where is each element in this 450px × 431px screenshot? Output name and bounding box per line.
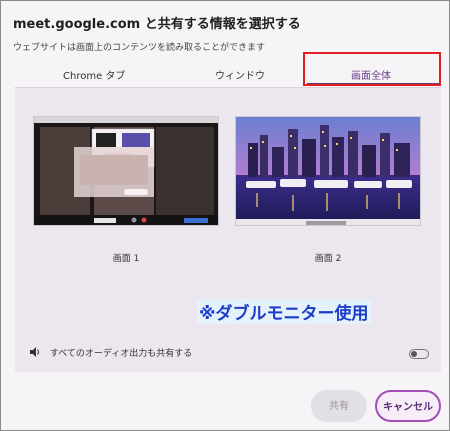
share-screen-dialog: meet.google.com と共有する情報を選択する ウェブサイトは画面上の… [0, 0, 450, 431]
screen-picker-panel: 画面 1 画面 2 ※ダブルモニター使用 すべてのオーディオ出力も共有する [15, 88, 441, 372]
tab-chrome-tab[interactable]: Chrome タブ [63, 67, 125, 82]
speaker-icon [29, 346, 41, 361]
share-audio-toggle[interactable] [409, 349, 429, 359]
screen-2-preview-image [236, 117, 420, 225]
dialog-title: meet.google.com と共有する情報を選択する [13, 17, 301, 32]
highlight-annotation-box [303, 52, 441, 86]
dual-monitor-note: ※ダブルモニター使用 [197, 299, 371, 324]
cancel-button[interactable]: キャンセル [375, 390, 441, 422]
share-audio-row: すべてのオーディオ出力も共有する [29, 346, 192, 361]
screen-1-thumbnail[interactable] [33, 116, 219, 226]
share-button[interactable]: 共有 [311, 390, 367, 422]
screen-1-preview-image [34, 117, 218, 225]
dialog-subtitle: ウェブサイトは画面上のコンテンツを読み取ることができます [13, 43, 266, 53]
tab-window[interactable]: ウィンドウ [215, 67, 265, 82]
screen-2-label: 画面 2 [314, 254, 342, 264]
share-audio-label: すべてのオーディオ出力も共有する [49, 349, 193, 359]
toggle-knob [411, 351, 417, 357]
screen-2-thumbnail[interactable] [235, 116, 421, 226]
screen-1-label: 画面 1 [112, 254, 140, 264]
